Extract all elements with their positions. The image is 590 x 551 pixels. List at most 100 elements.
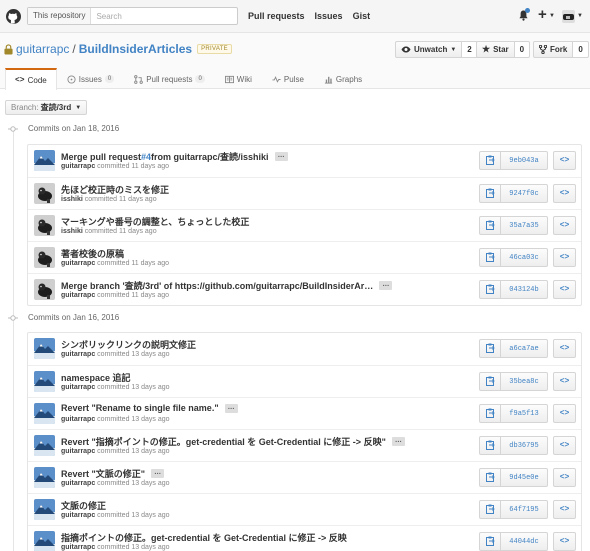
browse-repo-button[interactable]: <>: [553, 184, 576, 203]
fork-count[interactable]: 0: [573, 41, 589, 58]
expand-message-button[interactable]: …: [379, 281, 393, 290]
nav-gist[interactable]: Gist: [353, 11, 371, 21]
copy-sha-button[interactable]: [479, 280, 501, 299]
fork-button[interactable]: Fork: [533, 41, 574, 58]
commit-message[interactable]: 著者校後の原稿: [61, 247, 124, 260]
commit-message-text-suffix[interactable]: from guitarrapc/査読/isshiki: [151, 150, 269, 163]
commit-author-link[interactable]: guitarrapc: [61, 448, 95, 455]
author-avatar[interactable]: [34, 150, 55, 171]
browse-repo-button[interactable]: <>: [553, 436, 576, 455]
commit-message[interactable]: マーキングや番号の調整と、ちょっとした校正: [61, 215, 249, 228]
unwatch-button[interactable]: Unwatch ▼: [395, 41, 463, 58]
commit-message[interactable]: Merge branch '査読/3rd' of https://github.…: [61, 279, 393, 292]
commit-author-link[interactable]: guitarrapc: [61, 351, 95, 358]
tab-pulse[interactable]: Pulse: [262, 68, 314, 89]
commit-message[interactable]: 先ほど校正時のミスを修正: [61, 183, 169, 196]
commit-message-text[interactable]: シンボリックリンクの説明文修正: [61, 338, 196, 351]
author-avatar[interactable]: [34, 435, 55, 456]
create-caret-icon[interactable]: ▼: [549, 13, 555, 19]
nav-issues[interactable]: Issues: [315, 11, 343, 21]
commit-author-link[interactable]: guitarrapc: [61, 163, 95, 170]
author-avatar[interactable]: [34, 403, 55, 424]
commit-sha-link[interactable]: 46ca03c: [501, 248, 548, 267]
copy-sha-button[interactable]: [479, 339, 501, 358]
commit-author-link[interactable]: isshiki: [61, 196, 83, 203]
commit-author-link[interactable]: guitarrapc: [61, 260, 95, 267]
commit-message[interactable]: 文脈の修正: [61, 499, 106, 512]
commit-message-text[interactable]: 指摘ポイントの修正。get-credential を Get-Credentia…: [61, 531, 347, 544]
browse-repo-button[interactable]: <>: [553, 372, 576, 391]
copy-sha-button[interactable]: [479, 468, 501, 487]
commit-message[interactable]: namespace 追記: [61, 371, 131, 384]
commit-sha-link[interactable]: f9a5f13: [501, 404, 548, 423]
copy-sha-button[interactable]: [479, 436, 501, 455]
browse-repo-button[interactable]: <>: [553, 248, 576, 267]
commit-sha-link[interactable]: a6ca7ae: [501, 339, 548, 358]
user-menu-caret-icon[interactable]: ▼: [577, 13, 583, 19]
commit-author-link[interactable]: guitarrapc: [61, 416, 95, 423]
copy-sha-button[interactable]: [479, 184, 501, 203]
commit-message-text[interactable]: 著者校後の原稿: [61, 247, 124, 260]
expand-message-button[interactable]: …: [151, 469, 165, 478]
repo-name-link[interactable]: BuildInsiderArticles: [79, 42, 192, 56]
user-avatar[interactable]: [562, 10, 575, 23]
commit-message-text[interactable]: Merge branch '査読/3rd' of https://github.…: [61, 279, 373, 292]
author-avatar[interactable]: [34, 467, 55, 488]
star-count[interactable]: 0: [514, 41, 531, 58]
tab-graphs[interactable]: Graphs: [314, 68, 372, 89]
commit-message-text[interactable]: namespace 追記: [61, 371, 131, 384]
tab-pull-requests[interactable]: Pull requests 0: [124, 68, 215, 89]
tab-code[interactable]: <> Code: [5, 68, 57, 90]
author-avatar[interactable]: [34, 279, 55, 300]
commit-message[interactable]: Revert "文脈の修正" …: [61, 467, 165, 480]
commit-message-text[interactable]: Revert "指摘ポイントの修正。get-credential を Get-C…: [61, 435, 386, 448]
commit-sha-link[interactable]: db36795: [501, 436, 548, 455]
commit-author-link[interactable]: guitarrapc: [61, 512, 95, 519]
commit-sha-link[interactable]: 9eb043a: [501, 151, 548, 170]
tab-wiki[interactable]: Wiki: [215, 68, 262, 89]
copy-sha-button[interactable]: [479, 532, 501, 551]
expand-message-button[interactable]: …: [391, 437, 405, 446]
expand-message-button[interactable]: …: [224, 403, 238, 413]
browse-repo-button[interactable]: <>: [553, 532, 576, 551]
copy-sha-button[interactable]: [479, 216, 501, 235]
copy-sha-button[interactable]: [479, 248, 501, 267]
commit-message[interactable]: Merge pull request #4 from guitarrapc/査読…: [61, 150, 288, 163]
repo-owner-link[interactable]: guitarrapc: [16, 42, 69, 56]
commit-sha-link[interactable]: 35bea8c: [501, 372, 548, 391]
commit-sha-link[interactable]: 9247f0c: [501, 184, 548, 203]
copy-sha-button[interactable]: [479, 151, 501, 170]
branch-selector[interactable]: Branch: 査読/3rd ▼: [5, 100, 88, 115]
author-avatar[interactable]: [34, 247, 55, 268]
expand-message-button[interactable]: …: [274, 152, 288, 161]
browse-repo-button[interactable]: <>: [553, 280, 576, 299]
commit-message-text[interactable]: 先ほど校正時のミスを修正: [61, 183, 169, 196]
browse-repo-button[interactable]: <>: [553, 216, 576, 235]
author-avatar[interactable]: [34, 371, 55, 392]
commit-sha-link[interactable]: 44044dc: [501, 532, 548, 551]
commit-sha-link[interactable]: 64f7195: [501, 500, 548, 519]
author-avatar[interactable]: [34, 183, 55, 204]
search-box[interactable]: This repository: [27, 7, 238, 25]
author-avatar[interactable]: [34, 531, 55, 551]
copy-sha-button[interactable]: [479, 404, 501, 423]
search-input[interactable]: [91, 9, 232, 23]
commit-message[interactable]: 指摘ポイントの修正。get-credential を Get-Credentia…: [61, 531, 347, 544]
author-avatar[interactable]: [34, 499, 55, 520]
commit-message-text[interactable]: 文脈の修正: [61, 499, 106, 512]
author-avatar[interactable]: [34, 338, 55, 359]
commit-author-link[interactable]: guitarrapc: [61, 292, 95, 299]
star-button[interactable]: ★ Star: [476, 41, 515, 58]
copy-sha-button[interactable]: [479, 372, 501, 391]
author-avatar[interactable]: [34, 215, 55, 236]
commit-message-text[interactable]: Revert "Rename to single file name.": [61, 403, 219, 413]
copy-sha-button[interactable]: [479, 500, 501, 519]
commit-message-text[interactable]: Merge pull request: [61, 152, 141, 162]
commit-message[interactable]: Revert "Rename to single file name." …: [61, 403, 238, 413]
commit-message-text[interactable]: Revert "文脈の修正": [61, 467, 145, 480]
browse-repo-button[interactable]: <>: [553, 339, 576, 358]
pull-request-link[interactable]: #4: [141, 152, 151, 162]
create-new-icon[interactable]: +: [538, 7, 547, 22]
commit-author-link[interactable]: guitarrapc: [61, 544, 95, 551]
commit-message[interactable]: シンボリックリンクの説明文修正: [61, 338, 196, 351]
